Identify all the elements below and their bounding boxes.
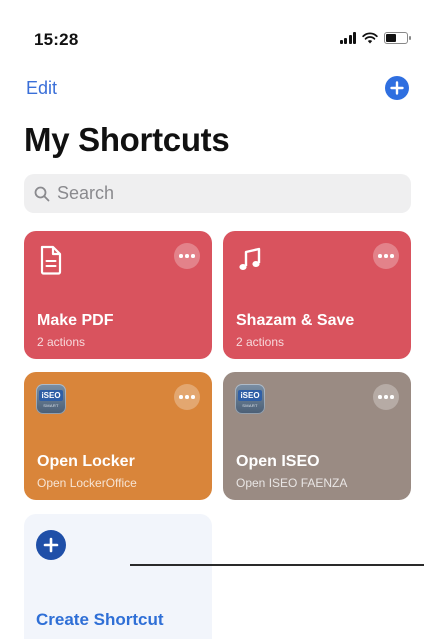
shortcut-card-shazam-save[interactable]: Shazam & Save 2 actions	[223, 231, 411, 359]
iseo-app-icon: iSEO SMART	[36, 384, 66, 414]
shortcut-title: Make PDF	[37, 312, 114, 329]
more-options-button[interactable]	[373, 384, 399, 410]
music-note-icon	[239, 247, 261, 270]
shortcut-title: Open Locker	[37, 453, 135, 470]
shortcut-subtitle: Open ISEO FAENZA	[236, 476, 348, 490]
shortcut-card-open-iseo[interactable]: iSEO SMART Open ISEO Open ISEO FAENZA	[223, 372, 411, 500]
page-title: My Shortcuts	[24, 121, 230, 158]
shortcut-subtitle: 2 actions	[37, 335, 86, 349]
shortcut-card-make-pdf[interactable]: Make PDF 2 actions	[24, 231, 212, 359]
shortcuts-screen: 15:28 Edit My Shortcuts Search Make PDF …	[0, 0, 424, 639]
more-options-button[interactable]	[373, 243, 399, 269]
shortcut-card-open-locker[interactable]: iSEO SMART Open Locker Open LockerOffice	[24, 372, 212, 500]
plus-icon	[390, 81, 404, 95]
shortcut-title: Open ISEO	[236, 453, 320, 470]
iseo-app-icon: iSEO SMART	[235, 384, 265, 414]
status-icons	[339, 32, 411, 44]
battery-level	[386, 34, 396, 42]
cellular-signal-icon	[339, 32, 356, 44]
search-input[interactable]	[57, 183, 377, 204]
more-options-button[interactable]	[174, 243, 200, 269]
shortcut-subtitle: Open LockerOffice	[37, 476, 137, 490]
document-icon	[40, 245, 62, 275]
shortcut-title: Shazam & Save	[236, 312, 355, 329]
more-options-button[interactable]	[174, 384, 200, 410]
plus-icon	[43, 537, 59, 553]
battery-icon	[384, 32, 411, 44]
status-bar: 15:28	[0, 0, 424, 70]
shortcut-subtitle: 2 actions	[236, 335, 285, 349]
annotation-line	[130, 564, 424, 566]
create-shortcut-label: Create Shortcut	[36, 610, 164, 629]
add-shortcut-button[interactable]	[385, 76, 409, 100]
search-bar[interactable]	[24, 174, 411, 213]
search-icon	[34, 186, 50, 201]
create-shortcut-button[interactable]: Create Shortcut	[24, 514, 212, 639]
status-time: 15:28	[34, 30, 79, 49]
plus-circle-icon	[36, 530, 66, 560]
wifi-icon	[362, 32, 378, 44]
edit-button[interactable]: Edit	[26, 78, 57, 99]
